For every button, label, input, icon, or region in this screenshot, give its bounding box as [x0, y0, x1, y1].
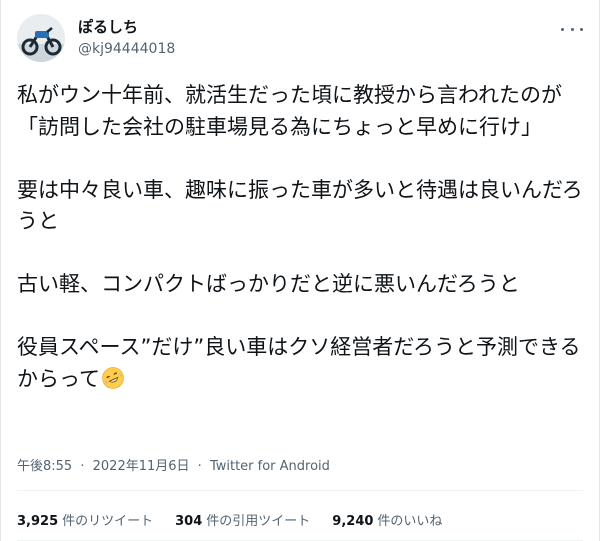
tweet-metadata: 午後8:55 · 2022年11月6日 · Twitter for Androi… — [17, 459, 330, 475]
tweet-text: 私がウン十年前、就活生だった頃に教授から言われたのが 「訪問した会社の駐車場見る… — [17, 83, 583, 391]
engagement-stats: 3,925 件のリツイート 304 件の引用ツイート 9,240 件のいいね — [17, 510, 464, 529]
retweets-stat[interactable]: 3,925 件のリツイート — [17, 510, 154, 529]
rolling-laughing-emoji — [102, 366, 124, 389]
tweet-header: ぽるしち @kj94444018 — [1, 0, 600, 72]
like-label: 件のいいね — [377, 514, 443, 529]
retweet-count: 3,925 — [17, 514, 59, 529]
more-icon[interactable] — [561, 22, 583, 36]
quote-count: 304 — [175, 514, 203, 529]
tweet-time[interactable]: 午後8:55 — [17, 459, 72, 474]
more-dot — [561, 27, 564, 31]
likes-stat[interactable]: 9,240 件のいいね — [332, 510, 443, 529]
tweet-date[interactable]: 2022年11月6日 — [93, 459, 190, 474]
avatar[interactable] — [17, 14, 65, 62]
tweet-text-container: 私がウン十年前、就活生だった頃に教授から言われたのが 「訪問した会社の駐車場見る… — [17, 80, 587, 395]
author-display-name[interactable]: ぽるしち — [78, 18, 138, 36]
like-count: 9,240 — [332, 514, 374, 529]
more-dot — [580, 27, 583, 31]
author-handle[interactable]: @kj94444018 — [78, 40, 175, 58]
retweet-label: 件のリツイート — [62, 514, 154, 529]
meta-separator: · — [197, 459, 202, 474]
tweet-source-link[interactable]: Twitter for Android — [210, 459, 330, 474]
tweet-card: ぽるしち @kj94444018 私がウン十年前、就活生だった頃に教授から言われ… — [0, 0, 600, 541]
more-dot — [570, 27, 574, 31]
divider — [17, 490, 583, 491]
quote-tweets-stat[interactable]: 304 件の引用ツイート — [175, 510, 311, 529]
meta-separator: · — [80, 459, 85, 474]
quote-label: 件の引用ツイート — [206, 514, 311, 529]
